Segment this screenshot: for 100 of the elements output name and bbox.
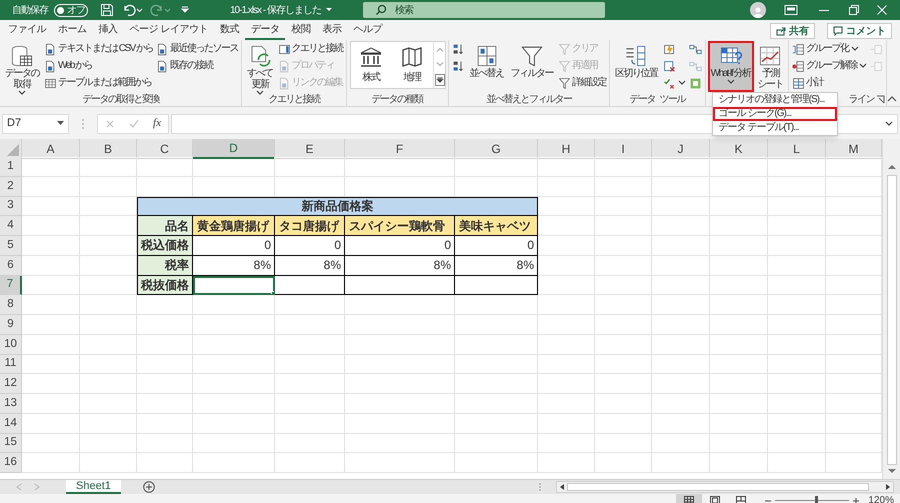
sheet-cell[interactable] [455,434,538,454]
sheet-cell[interactable] [345,394,455,414]
sheet-cell[interactable] [768,414,826,434]
ribbon-button[interactable]: データの 取得 [2,41,42,92]
row-header[interactable]: 7 [0,276,22,296]
sheet-cell[interactable] [193,315,275,335]
sheet-cell[interactable] [710,374,768,394]
sheet-cell[interactable] [193,453,275,473]
sheet-cell[interactable] [193,334,275,354]
sheet-cell[interactable] [345,334,455,354]
sheet-cell[interactable] [538,354,595,374]
sheet-cell[interactable] [710,236,768,256]
sheet-cell[interactable] [595,315,652,335]
column-header[interactable]: I [595,139,652,159]
menu-tab[interactable]: ファイル [2,20,52,40]
sheet-cell[interactable] [652,434,710,454]
name-box[interactable]: D7 [2,114,69,134]
column-header[interactable]: F [345,139,455,159]
sheet-cell[interactable] [455,334,538,354]
sheet-cell[interactable] [275,453,345,473]
sheet-cell[interactable] [768,453,826,473]
sheet-cell[interactable] [137,394,193,414]
sheet-cell[interactable] [710,354,768,374]
sheet-cell[interactable] [275,157,345,177]
sheet-cell[interactable] [768,315,826,335]
sheet-cell[interactable] [595,176,652,196]
sheet-cell[interactable] [137,414,193,434]
sheet-cell[interactable] [455,374,538,394]
sheet-cell[interactable] [710,394,768,414]
sheet-cell[interactable] [80,434,137,454]
sheet-cell[interactable] [652,414,710,434]
sheet-cell[interactable] [22,295,80,315]
sheet-cell[interactable] [710,196,768,216]
slider-thumb[interactable] [814,496,818,503]
row-header[interactable]: 1 [0,157,22,177]
sheet-cell[interactable] [455,157,538,177]
sheet-cell[interactable] [455,394,538,414]
ribbon-button[interactable]: 既存の接続 [155,58,240,74]
sheet-cell[interactable] [275,414,345,434]
sheet-cell[interactable] [652,453,710,473]
ribbon-button[interactable]: テキストまたは CSV から [43,41,154,57]
ribbon-button[interactable]: What-If 分析 [708,41,754,92]
zoom-slider[interactable] [775,496,850,503]
sheet-cell[interactable] [80,157,137,177]
scrollbar-thumb[interactable] [886,175,896,465]
sheet-cell[interactable] [80,334,137,354]
sheet-cell[interactable] [652,276,710,296]
sheet-cell[interactable] [710,434,768,454]
sheet-cell[interactable] [768,216,826,236]
sheet-cell[interactable] [345,315,455,335]
row-header[interactable]: 10 [0,334,22,354]
scrollbar-thumb[interactable] [567,483,869,491]
sheet-cell[interactable] [137,453,193,473]
sheet-tab[interactable]: Sheet1 [66,480,121,494]
sheet-cell[interactable] [275,434,345,454]
sheet-cell[interactable] [22,334,80,354]
horizontal-scrollbar[interactable] [556,481,894,493]
sheet-cell[interactable] [595,453,652,473]
sheet-cell[interactable] [595,157,652,177]
sheet-cell[interactable] [22,236,80,256]
sheet-cell[interactable] [80,453,137,473]
sheet-cell[interactable] [710,176,768,196]
sheet-cell[interactable] [710,453,768,473]
sheet-cell[interactable] [768,374,826,394]
sheet-cell[interactable] [768,276,826,296]
sheet-cell[interactable] [595,374,652,394]
sheet-cell[interactable] [768,256,826,276]
sheet-cell[interactable] [595,295,652,315]
sheet-cell[interactable] [595,354,652,374]
sheet-cell[interactable] [538,157,595,177]
sheet-cell[interactable] [455,354,538,374]
sheet-cell[interactable] [22,216,80,236]
sheet-cell[interactable] [345,295,455,315]
sheet-cell[interactable] [137,157,193,177]
ribbon-button[interactable]: すべて 更新 [244,41,276,92]
sheet-cell[interactable] [652,295,710,315]
ribbon-button[interactable]: 最近使ったソース [155,41,240,57]
sheet-cell[interactable] [768,236,826,256]
sheet-cell[interactable] [652,315,710,335]
autosave-toggle[interactable]: オフ [54,4,88,16]
row-header[interactable]: 5 [0,236,22,256]
sheet-cell[interactable] [193,374,275,394]
ribbon-button[interactable]: 小計 [791,75,868,91]
row-header[interactable]: 4 [0,216,22,236]
menu-tab[interactable]: 表示 [316,20,348,40]
sheet-cell[interactable] [595,434,652,454]
ribbon-button[interactable]: Web から [43,58,154,74]
row-header[interactable]: 9 [0,315,22,335]
sheet-cell[interactable] [80,354,137,374]
sheet-cell[interactable] [193,157,275,177]
sheet-cell[interactable] [710,414,768,434]
sheet-cell[interactable] [22,176,80,196]
sheet-cell[interactable] [768,334,826,354]
sheet-cell[interactable] [275,374,345,394]
sheet-cell[interactable] [595,236,652,256]
sheet-cell[interactable] [22,157,80,177]
sheet-cell[interactable] [22,434,80,454]
sheet-cell[interactable] [22,315,80,335]
sheet-cell[interactable] [768,394,826,414]
sheet-cell[interactable] [768,354,826,374]
